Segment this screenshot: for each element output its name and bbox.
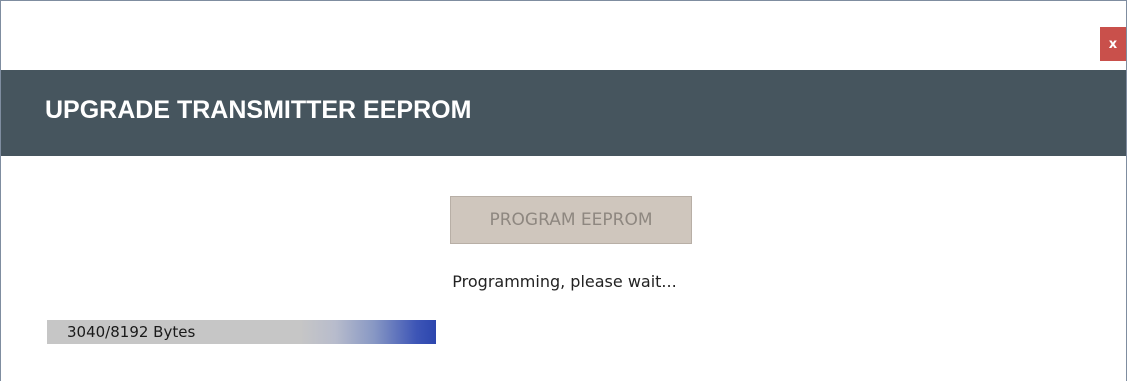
progress-label: 3040/8192 Bytes — [67, 323, 196, 341]
close-button[interactable]: x — [1100, 27, 1126, 61]
progress-bar: 3040/8192 Bytes — [47, 320, 1077, 344]
dialog-header: UPGRADE TRANSMITTER EEPROM — [1, 70, 1126, 156]
dialog-title: UPGRADE TRANSMITTER EEPROM — [45, 96, 472, 124]
upgrade-eeprom-dialog: x UPGRADE TRANSMITTER EEPROM PROGRAM EEP… — [0, 0, 1127, 381]
status-message: Programming, please wait... — [452, 272, 677, 291]
program-eeprom-button[interactable]: PROGRAM EEPROM — [450, 196, 692, 244]
